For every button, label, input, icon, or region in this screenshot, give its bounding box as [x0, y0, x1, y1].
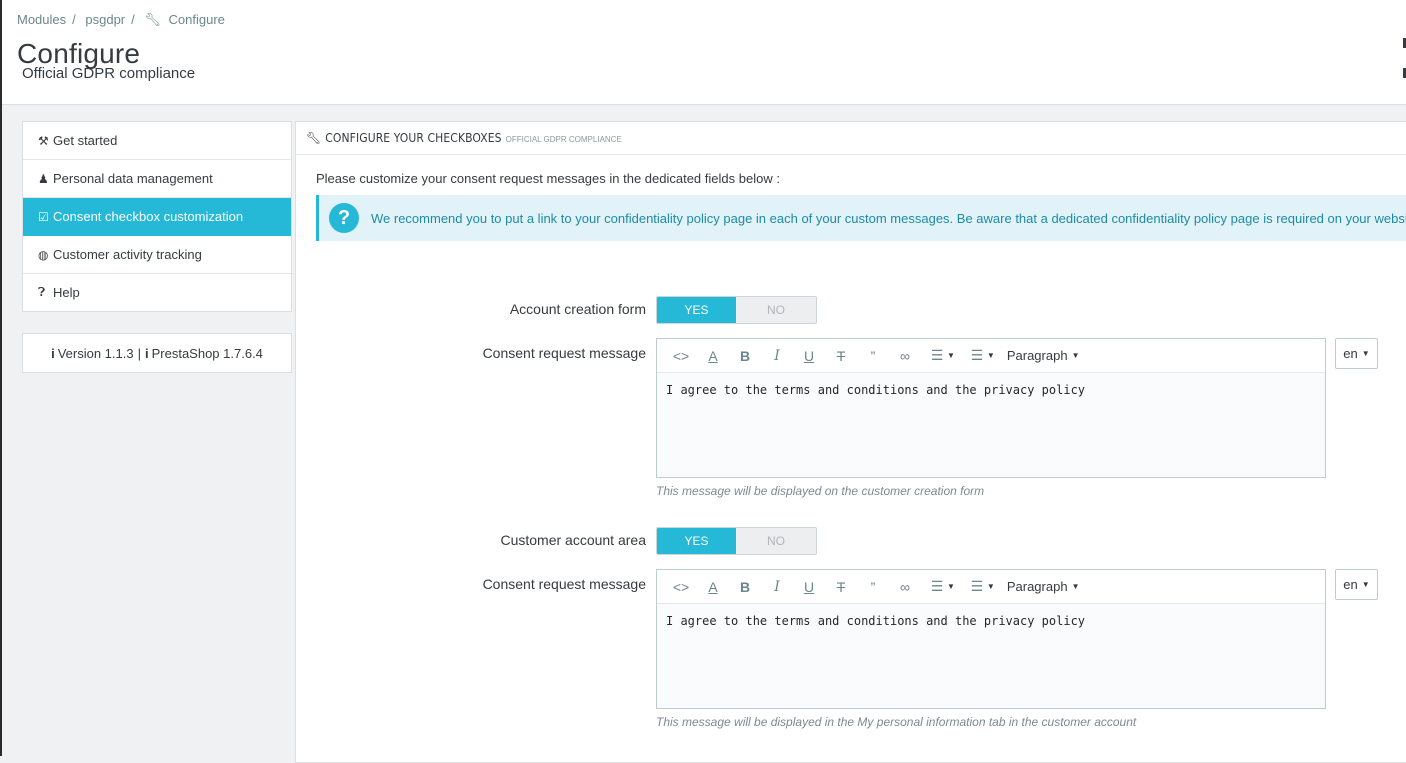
question-circle-icon: ❓︎: [38, 285, 46, 299]
underline-icon[interactable]: U: [793, 348, 825, 364]
sidebar-item-label: Get started: [53, 133, 118, 148]
paragraph-dropdown[interactable]: Paragraph: [1007, 579, 1068, 594]
sidebar-item-consent-checkbox[interactable]: ☑ Consent checkbox customization: [23, 198, 291, 236]
panel-title: CONFIGURE YOUR CHECKBOXES: [325, 131, 502, 145]
font-color-icon[interactable]: A: [697, 348, 729, 364]
account-creation-label: Account creation form: [509, 301, 646, 317]
switch-no[interactable]: NO: [736, 297, 816, 323]
chevron-down-icon: ▼: [1361, 580, 1370, 589]
code-view-icon[interactable]: <>: [665, 579, 697, 595]
sidebar-item-personal-data[interactable]: ♟ Personal data management: [23, 160, 291, 198]
bold-icon[interactable]: B: [729, 579, 761, 595]
language-value: en: [1343, 577, 1358, 592]
switch-no[interactable]: NO: [736, 528, 816, 554]
chevron-down-icon[interactable]: ▼: [987, 351, 995, 360]
underline-icon[interactable]: U: [793, 579, 825, 595]
language-select[interactable]: en ▼: [1335, 338, 1378, 369]
sidebar-item-help[interactable]: ❓︎ Help: [23, 274, 291, 311]
wrench-icon: 🔧︎: [144, 12, 161, 27]
configure-panel: 🔧︎ CONFIGURE YOUR CHECKBOXES OFFICIAL GD…: [295, 121, 1406, 763]
link-icon[interactable]: ∞: [889, 348, 921, 364]
consent-message-label: Consent request message: [482, 576, 646, 592]
info-icon: i: [144, 345, 149, 361]
link-icon[interactable]: ∞: [889, 579, 921, 595]
info-alert: ? We recommend you to put a link to your…: [316, 195, 1406, 241]
sidebar-item-label: Help: [53, 285, 80, 300]
language-value: en: [1343, 346, 1358, 361]
gavel-icon: ⚒: [38, 133, 49, 148]
sidebar-item-get-started[interactable]: ⚒ Get started: [23, 122, 291, 160]
check-square-icon: ☑: [38, 209, 49, 224]
window-edge: [0, 0, 2, 756]
customer-account-switch[interactable]: YES NO: [656, 527, 817, 555]
strikethrough-icon[interactable]: T: [825, 579, 857, 595]
italic-icon[interactable]: I: [761, 579, 793, 595]
editor-content[interactable]: I agree to the terms and conditions and …: [657, 604, 1325, 638]
italic-icon[interactable]: I: [761, 348, 793, 364]
font-color-icon[interactable]: A: [697, 579, 729, 595]
blockquote-icon[interactable]: ”: [857, 579, 889, 595]
wrench-icon: 🔧︎: [306, 131, 322, 145]
sidebar-item-label: Customer activity tracking: [53, 247, 202, 262]
strikethrough-icon[interactable]: T: [825, 348, 857, 364]
switch-yes[interactable]: YES: [657, 528, 736, 554]
breadcrumb-configure: Configure: [168, 12, 225, 27]
version-separator: |: [137, 345, 141, 361]
account-creation-switch[interactable]: YES NO: [656, 296, 817, 324]
question-icon: ?: [329, 203, 359, 233]
customer-account-label: Customer account area: [500, 532, 646, 548]
page-subtitle: Official GDPR compliance: [22, 65, 196, 82]
editor-content[interactable]: I agree to the terms and conditions and …: [657, 373, 1325, 407]
breadcrumb-modules[interactable]: Modules: [17, 12, 66, 27]
editor-toolbar: <> A B I U T ” ∞ ☰ ▼ ☰ ▼ Paragraph ▼: [657, 570, 1325, 604]
consent-message-label: Consent request message: [482, 345, 646, 361]
module-version: Version 1.1.3: [57, 345, 134, 361]
editor-toolbar: <> A B I U T ” ∞ ☰ ▼ ☰ ▼ Paragraph ▼: [657, 339, 1325, 373]
bold-icon[interactable]: B: [729, 348, 761, 364]
help-text: This message will be displayed on the cu…: [656, 484, 985, 498]
paragraph-dropdown[interactable]: Paragraph: [1007, 348, 1068, 363]
breadcrumb: Modules / psgdpr / 🔧︎ Configure: [17, 12, 225, 27]
alert-text: We recommend you to put a link to your c…: [371, 210, 1406, 226]
help-text: This message will be displayed in the My…: [656, 715, 1137, 729]
panel-heading: 🔧︎ CONFIGURE YOUR CHECKBOXES OFFICIAL GD…: [296, 122, 1406, 155]
info-icon: i: [51, 345, 55, 361]
page-header: Modules / psgdpr / 🔧︎ Configure Configure …: [2, 0, 1406, 105]
rich-text-editor[interactable]: <> A B I U T ” ∞ ☰ ▼ ☰ ▼ Paragraph ▼ I a…: [656, 569, 1326, 709]
sidebar-item-activity-tracking[interactable]: ◍ Customer activity tracking: [23, 236, 291, 274]
sidebar-item-label: Personal data management: [53, 171, 213, 186]
chevron-down-icon[interactable]: ▼: [947, 351, 955, 360]
chevron-down-icon[interactable]: ▼: [1072, 351, 1080, 360]
chevron-down-icon[interactable]: ▼: [987, 582, 995, 591]
rich-text-editor[interactable]: <> A B I U T ” ∞ ☰ ▼ ☰ ▼ Paragraph ▼ I a…: [656, 338, 1326, 478]
code-view-icon[interactable]: <>: [665, 348, 697, 364]
blockquote-icon[interactable]: ”: [857, 348, 889, 364]
prestashop-version: PrestaShop 1.7.6.4: [151, 345, 263, 361]
panel-subtitle: OFFICIAL GDPR COMPLIANCE: [505, 135, 622, 144]
chevron-down-icon[interactable]: ▼: [947, 582, 955, 591]
user-secret-icon: ♟: [38, 171, 49, 186]
intro-text: Please customize your consent request me…: [316, 171, 780, 186]
sidebar-item-label: Consent checkbox customization: [53, 209, 244, 224]
version-box: i Version 1.1.3 | i PrestaShop 1.7.6.4: [22, 333, 292, 373]
chevron-down-icon: ▼: [1361, 349, 1370, 358]
breadcrumb-psgdpr[interactable]: psgdpr: [85, 12, 125, 27]
chevron-down-icon[interactable]: ▼: [1072, 582, 1080, 591]
switch-yes[interactable]: YES: [657, 297, 736, 323]
user-circle-icon: ◍: [38, 247, 49, 262]
sidebar-menu: ⚒ Get started ♟ Personal data management…: [22, 121, 292, 312]
language-select[interactable]: en ▼: [1335, 569, 1378, 600]
